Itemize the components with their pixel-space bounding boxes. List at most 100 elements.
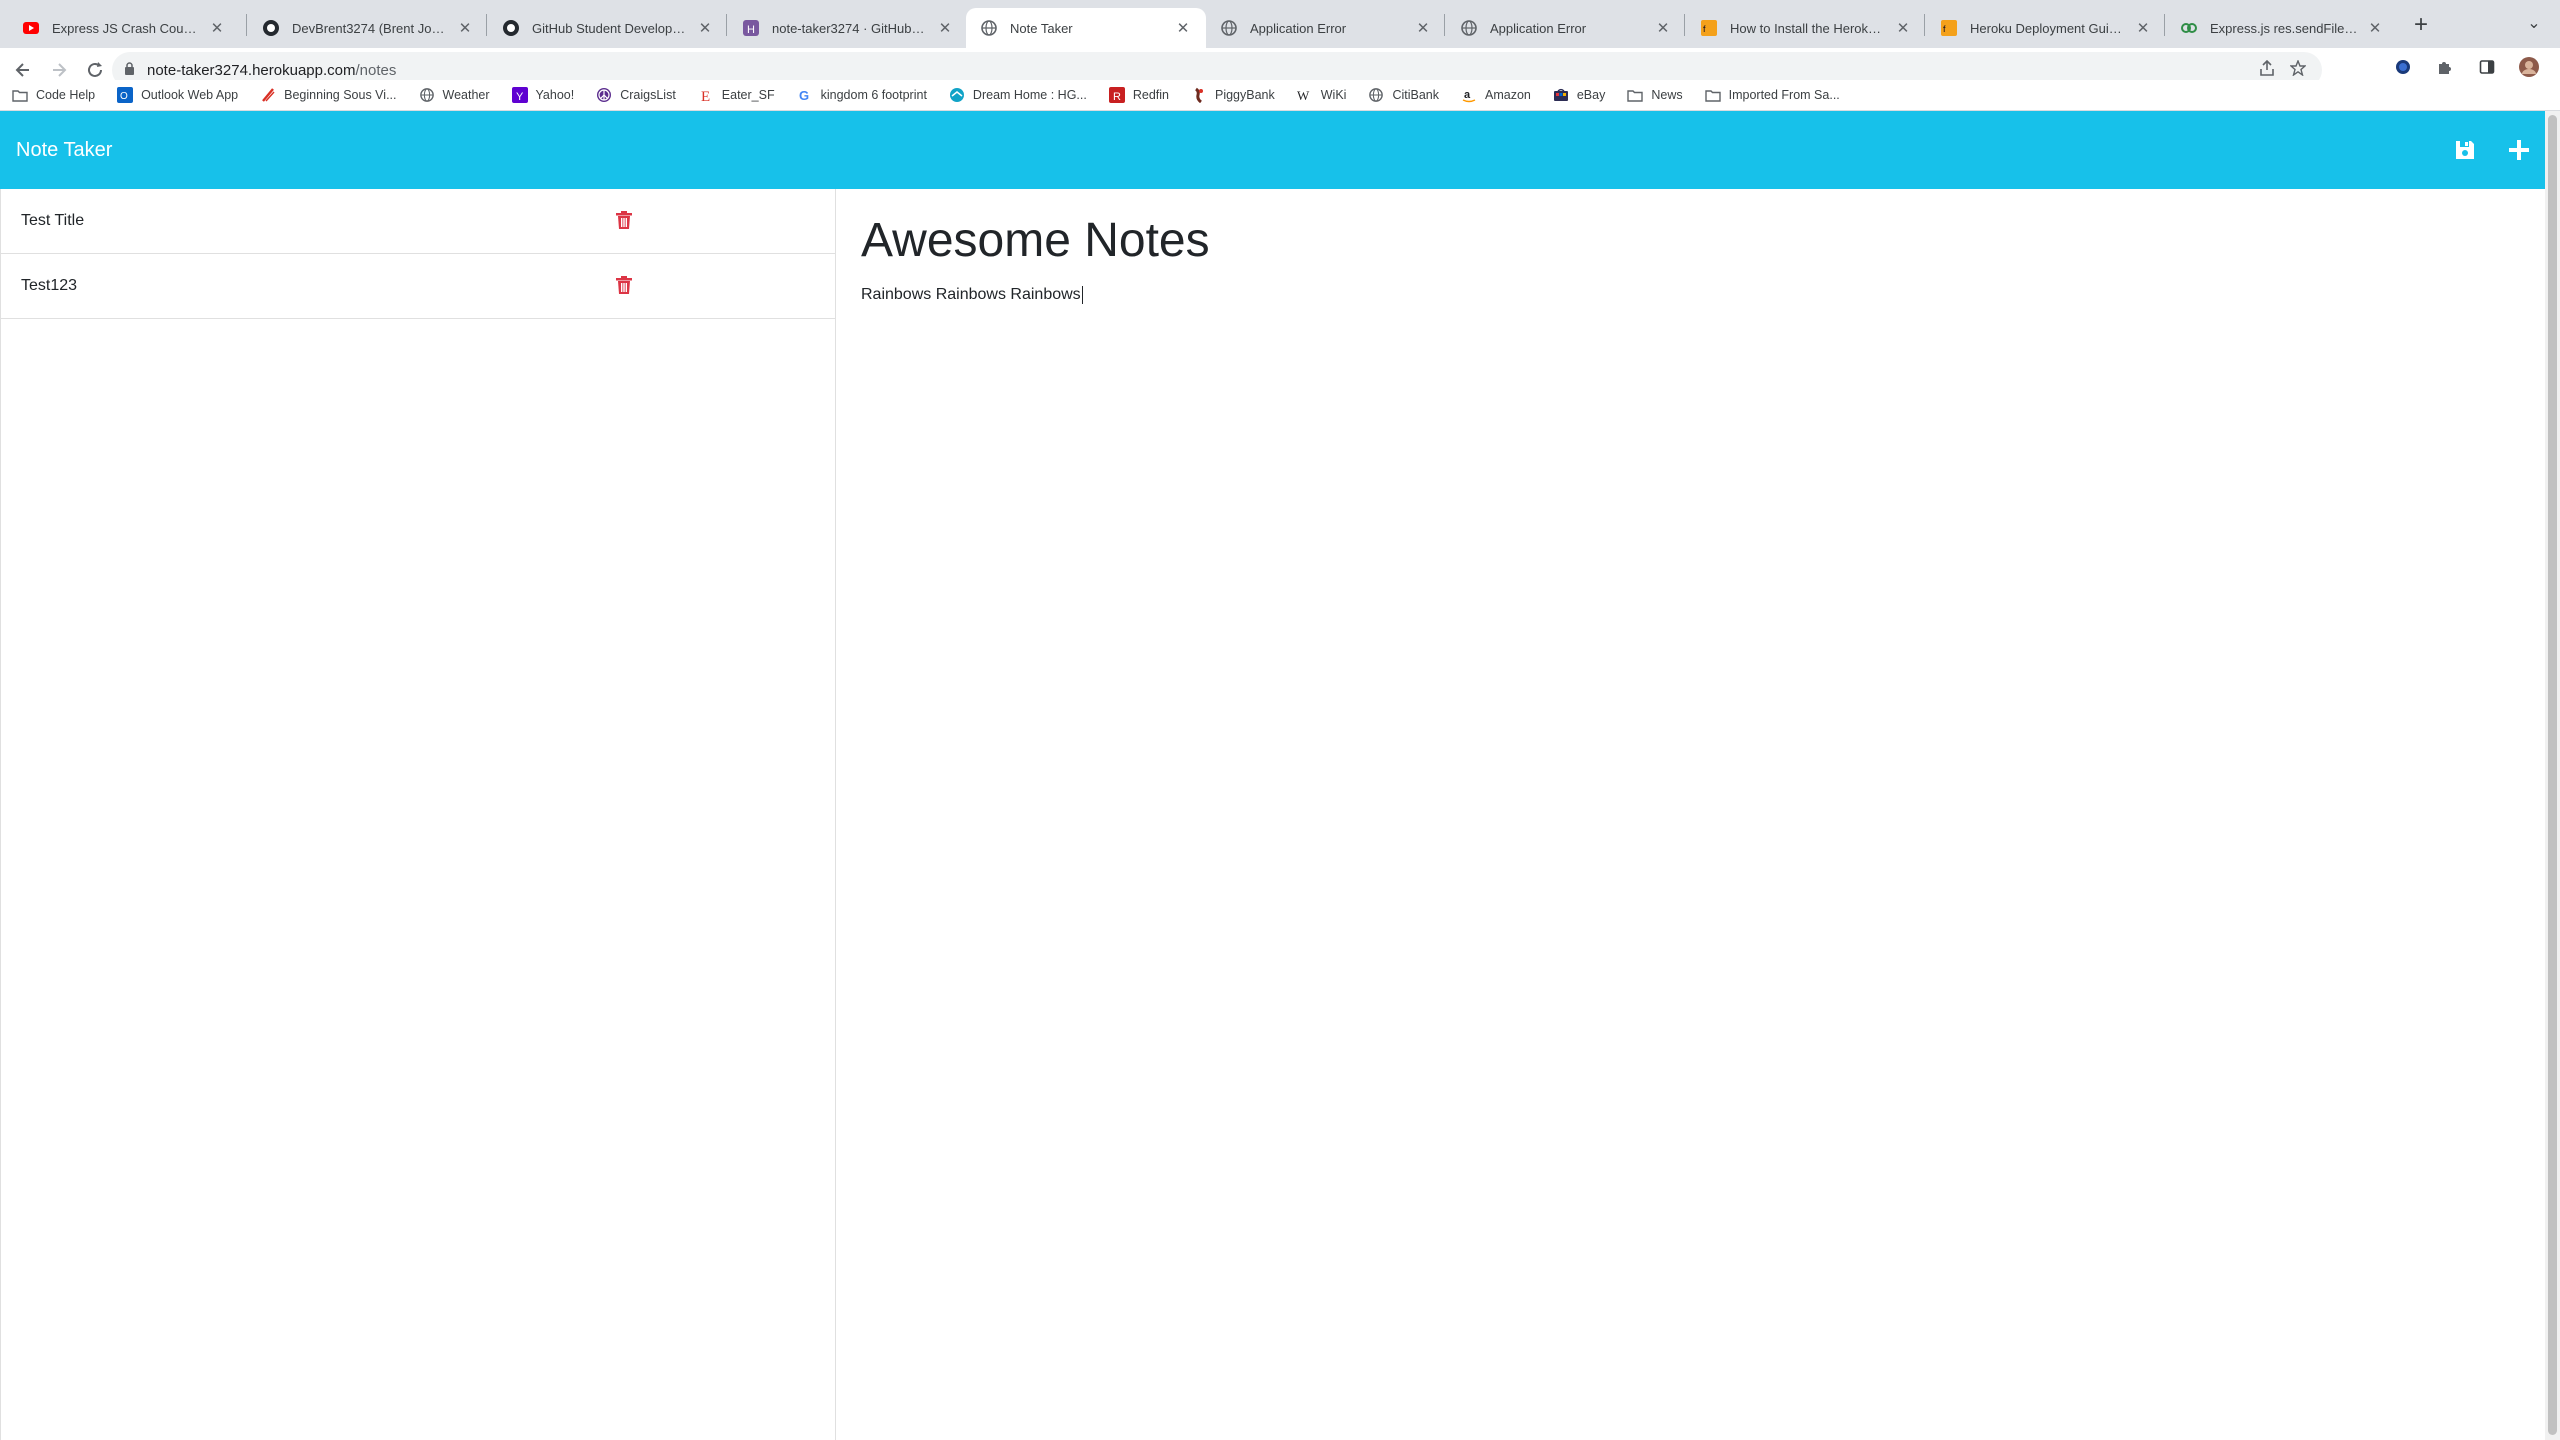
bookmark-label: eBay bbox=[1576, 88, 1606, 102]
svg-text:R: R bbox=[1113, 91, 1121, 103]
trash-icon[interactable] bbox=[613, 274, 635, 296]
geeksforgeeks-icon bbox=[2180, 19, 2198, 37]
bookmark-item[interactable]: R Redfin bbox=[1108, 87, 1169, 103]
browser-tab[interactable]: f Heroku Deployment Guide | Th ✕ bbox=[1926, 8, 2166, 48]
bookmark-label: PiggyBank bbox=[1214, 88, 1275, 102]
note-text-area[interactable]: Rainbows Rainbows Rainbows bbox=[861, 286, 2521, 304]
bookmark-item[interactable]: Imported From Sa... bbox=[1704, 87, 1840, 103]
close-icon[interactable]: ✕ bbox=[1894, 19, 1912, 37]
sousvide-icon bbox=[260, 87, 276, 103]
bookmark-label: Code Help bbox=[36, 88, 96, 102]
note-list-title: Test Title bbox=[21, 212, 85, 229]
list-item[interactable]: Test123 bbox=[1, 254, 835, 319]
browser-tab[interactable]: Application Error ✕ bbox=[1206, 8, 1446, 48]
freecodecamp-icon: f bbox=[1940, 19, 1958, 37]
globe-icon bbox=[980, 19, 998, 37]
close-icon[interactable]: ✕ bbox=[1174, 19, 1192, 37]
tab-separator bbox=[1684, 14, 1685, 36]
tab-label: note-taker3274 · GitHub | Hero bbox=[772, 20, 928, 36]
freecodecamp-icon: f bbox=[1700, 19, 1718, 37]
extensions-area bbox=[2392, 56, 2560, 78]
bookmark-item[interactable]: CitiBank bbox=[1368, 87, 1439, 103]
close-icon[interactable]: ✕ bbox=[2366, 19, 2384, 37]
bookmark-item[interactable]: Dream Home : HG... bbox=[949, 87, 1087, 103]
url-path: /notes bbox=[355, 61, 397, 79]
bookmark-label: Beginning Sous Vi... bbox=[284, 88, 397, 102]
note-editor: Awesome Notes Rainbows Rainbows Rainbows bbox=[837, 189, 2545, 1440]
ebay-icon bbox=[1553, 87, 1569, 103]
close-icon[interactable]: ✕ bbox=[2134, 19, 2152, 37]
bookmark-item[interactable]: PiggyBank bbox=[1191, 87, 1275, 103]
app-navbar: Note Taker bbox=[0, 111, 2545, 189]
trash-icon[interactable] bbox=[613, 209, 635, 231]
avatar[interactable] bbox=[2518, 56, 2540, 78]
bookmark-item[interactable]: W WiKi bbox=[1297, 87, 1347, 103]
note-list-title: Test123 bbox=[21, 277, 78, 294]
youtube-icon bbox=[22, 19, 40, 37]
share-icon[interactable] bbox=[2260, 59, 2274, 81]
browser-tab-active[interactable]: Note Taker ✕ bbox=[966, 8, 1206, 48]
bookmark-label: CraigsList bbox=[620, 88, 676, 102]
side-panel-icon[interactable] bbox=[2476, 56, 2498, 78]
tab-label: Express.js res.sendFile() Functi bbox=[2210, 20, 2358, 36]
tab-separator bbox=[726, 14, 727, 36]
lock-icon[interactable] bbox=[124, 62, 135, 78]
bookmark-label: Redfin bbox=[1132, 88, 1169, 102]
save-note-icon[interactable] bbox=[2450, 135, 2480, 165]
tab-label: DevBrent3274 (Brent Johnson) bbox=[292, 20, 448, 36]
url-host: note-taker3274.herokuapp.com bbox=[147, 61, 356, 79]
hgtv-icon bbox=[949, 87, 965, 103]
close-icon[interactable]: ✕ bbox=[208, 19, 226, 37]
browser-tab[interactable]: H note-taker3274 · GitHub | Hero ✕ bbox=[728, 8, 968, 48]
close-icon[interactable]: ✕ bbox=[456, 19, 474, 37]
browser-tab[interactable]: Express.js res.sendFile() Functi ✕ bbox=[2166, 8, 2398, 48]
bookmark-label: WiKi bbox=[1320, 88, 1347, 102]
tab-separator bbox=[1444, 14, 1445, 36]
bookmark-label: kingdom 6 footprint bbox=[820, 88, 927, 102]
page-scrollbar[interactable] bbox=[2545, 111, 2560, 1440]
chevron-down-icon[interactable]: ⌄ bbox=[2522, 12, 2546, 36]
peace-icon bbox=[596, 87, 612, 103]
bookmark-item[interactable]: News bbox=[1627, 87, 1683, 103]
piggybank-icon bbox=[1191, 87, 1207, 103]
extension-icon[interactable] bbox=[2392, 56, 2414, 78]
globe-icon bbox=[1368, 87, 1384, 103]
github-icon bbox=[502, 19, 520, 37]
browser-tab[interactable]: f How to Install the Heroku CLI | ✕ bbox=[1686, 8, 1926, 48]
bookmark-label: Weather bbox=[442, 88, 490, 102]
scrollbar-thumb[interactable] bbox=[2548, 115, 2557, 1435]
browser-tab[interactable]: DevBrent3274 (Brent Johnson) ✕ bbox=[248, 8, 488, 48]
close-icon[interactable]: ✕ bbox=[936, 19, 954, 37]
list-item[interactable]: Test Title bbox=[1, 189, 835, 254]
browser-tab[interactable]: Express JS Crash Course - You ✕ bbox=[8, 8, 240, 48]
bookmark-item[interactable]: Beginning Sous Vi... bbox=[260, 87, 397, 103]
tab-separator bbox=[246, 14, 247, 36]
tab-label: Note Taker bbox=[1010, 20, 1073, 36]
bookmark-item[interactable]: E Eater_SF bbox=[698, 87, 775, 103]
close-icon[interactable]: ✕ bbox=[1414, 19, 1432, 37]
new-tab-button[interactable]: + bbox=[2406, 10, 2436, 40]
svg-text:Y: Y bbox=[516, 91, 524, 103]
puzzle-icon[interactable] bbox=[2434, 56, 2456, 78]
bookmark-item[interactable]: Gkingdom 6 footprint bbox=[797, 87, 927, 103]
new-note-icon[interactable] bbox=[2504, 135, 2534, 165]
browser-tab[interactable]: GitHub Student Developer Pac ✕ bbox=[488, 8, 728, 48]
bookmark-item[interactable]: Y Yahoo! bbox=[511, 87, 574, 103]
bookmark-item[interactable]: a Amazon bbox=[1461, 87, 1531, 103]
bookmark-item[interactable]: CraigsList bbox=[596, 87, 676, 103]
bookmark-item[interactable]: Weather bbox=[419, 87, 490, 103]
close-icon[interactable]: ✕ bbox=[696, 19, 714, 37]
browser-tab[interactable]: Application Error ✕ bbox=[1446, 8, 1686, 48]
close-icon[interactable]: ✕ bbox=[1654, 19, 1672, 37]
bookmark-item[interactable]: eBay bbox=[1553, 87, 1606, 103]
bookmark-item[interactable]: O Outlook Web App bbox=[117, 87, 238, 103]
folder-icon bbox=[1627, 87, 1644, 103]
google-icon: G bbox=[797, 87, 813, 103]
note-title-input[interactable]: Awesome Notes bbox=[861, 213, 2521, 268]
tab-separator bbox=[1924, 14, 1925, 36]
amazon-icon: a bbox=[1461, 87, 1477, 103]
app-title[interactable]: Note Taker bbox=[16, 139, 112, 162]
star-icon[interactable] bbox=[2289, 58, 2307, 81]
bookmark-label: Dream Home : HG... bbox=[972, 88, 1087, 102]
bookmark-item[interactable]: Code Help bbox=[12, 87, 95, 103]
